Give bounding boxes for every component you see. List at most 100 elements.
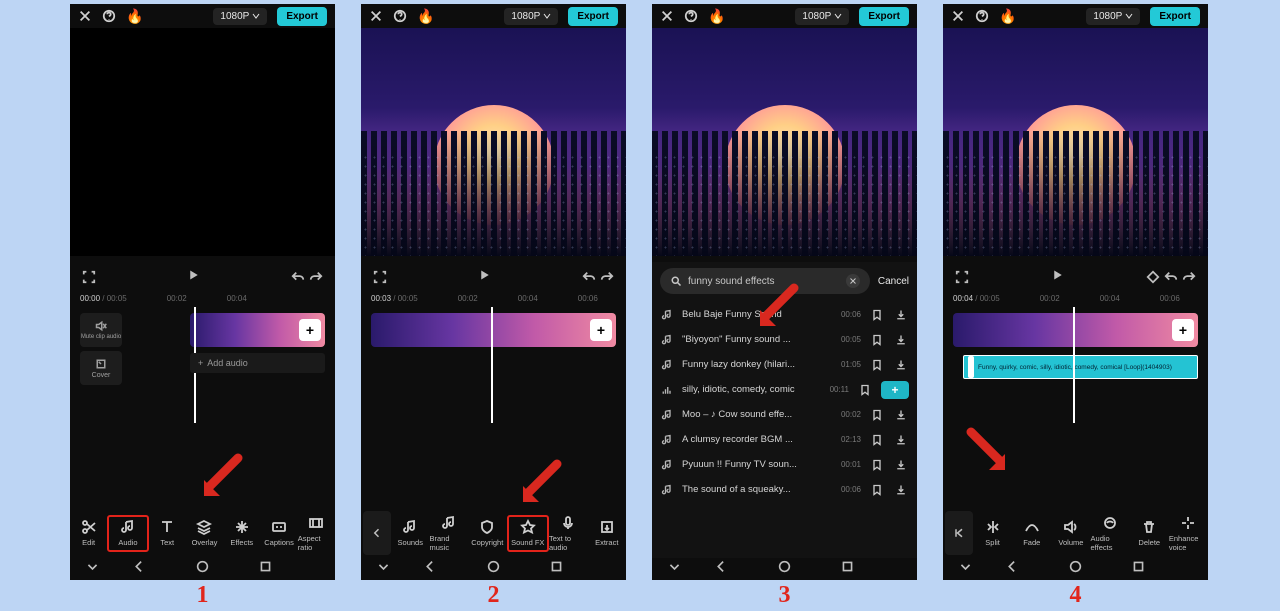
bookmark-icon[interactable] (869, 334, 885, 346)
play-button[interactable] (479, 268, 491, 286)
bookmark-icon[interactable] (857, 384, 873, 396)
resolution-button[interactable]: 1080P (795, 8, 849, 25)
tool-sounds[interactable]: Sounds (391, 515, 430, 552)
tool-enhvoice[interactable]: Enhance voice (1169, 515, 1208, 552)
help-icon[interactable] (684, 9, 698, 23)
tool-extract[interactable]: Extract (588, 515, 627, 552)
tool-overlay[interactable]: Overlay (186, 515, 223, 552)
video-clip[interactable]: + (953, 313, 1198, 347)
redo-icon[interactable] (1180, 268, 1198, 286)
bookmark-icon[interactable] (869, 459, 885, 471)
search-result[interactable]: Funny lazy donkey (hilari...01:05 (660, 352, 909, 377)
audio-clip[interactable]: Funny, quirky, comic, silly, idiotic, co… (963, 355, 1198, 379)
fullscreen-icon[interactable] (371, 268, 389, 286)
timeline-area[interactable]: Mute clip audio Cover + + Add audio (70, 313, 335, 387)
tool-split[interactable]: Split (973, 515, 1012, 552)
tool-audioeff[interactable]: Audio effects (1091, 515, 1130, 552)
resolution-button[interactable]: 1080P (213, 8, 267, 25)
search-result[interactable]: Belu Baje Funny Sound00:06 (660, 302, 909, 327)
undo-icon[interactable] (289, 268, 307, 286)
undo-icon[interactable] (580, 268, 598, 286)
export-button[interactable]: Export (1150, 7, 1200, 26)
clip-handle-left[interactable] (968, 356, 974, 378)
tool-volume[interactable]: Volume (1051, 515, 1090, 552)
keyframe-icon[interactable] (1144, 268, 1162, 286)
clear-search-icon[interactable] (846, 274, 860, 288)
play-button[interactable] (188, 268, 200, 286)
redo-icon[interactable] (598, 268, 616, 286)
play-button[interactable] (1052, 268, 1064, 286)
tool-aspect[interactable]: Aspect ratio (298, 515, 335, 552)
search-result[interactable]: Pyuuun !! Funny TV soun...00:01 (660, 452, 909, 477)
add-audio-row[interactable]: + Add audio (190, 353, 325, 373)
tool-copyright[interactable]: Copyright (468, 515, 507, 552)
nav-back-icon[interactable] (715, 560, 728, 578)
help-icon[interactable] (102, 9, 116, 23)
nav-recent-icon[interactable] (1132, 560, 1145, 578)
nav-recent-icon[interactable] (259, 560, 272, 578)
playhead[interactable] (1073, 307, 1075, 423)
nav-back-icon[interactable] (133, 560, 146, 578)
tool-captions[interactable]: Captions (260, 515, 297, 552)
close-icon[interactable] (369, 9, 383, 23)
chevron-down-icon[interactable] (377, 560, 390, 578)
nav-recent-icon[interactable] (550, 560, 563, 578)
cancel-search-button[interactable]: Cancel (878, 276, 909, 287)
nav-home-icon[interactable] (196, 560, 209, 578)
download-icon[interactable] (893, 309, 909, 321)
toolbar-back-button[interactable] (363, 511, 391, 555)
flame-icon[interactable]: 🔥 (126, 8, 143, 25)
chevron-down-icon[interactable] (86, 560, 99, 578)
add-clip-button[interactable]: + (1172, 319, 1194, 341)
bookmark-icon[interactable] (869, 434, 885, 446)
tool-brand[interactable]: Brand music (430, 515, 469, 552)
download-icon[interactable] (893, 334, 909, 346)
nav-back-icon[interactable] (1006, 560, 1019, 578)
tool-text[interactable]: Text (149, 515, 186, 552)
search-result[interactable]: Moo – ♪ Cow sound effe...00:02 (660, 402, 909, 427)
close-icon[interactable] (660, 9, 674, 23)
bookmark-icon[interactable] (869, 309, 885, 321)
video-clip[interactable]: + (371, 313, 616, 347)
download-icon[interactable] (893, 484, 909, 496)
tool-audio[interactable]: Audio (107, 515, 148, 552)
fullscreen-icon[interactable] (953, 268, 971, 286)
toolbar-back-button[interactable] (945, 511, 973, 555)
tool-soundfx[interactable]: Sound FX (507, 515, 550, 552)
export-button[interactable]: Export (277, 7, 327, 26)
chevron-down-icon[interactable] (668, 560, 681, 578)
add-clip-button[interactable]: + (590, 319, 612, 341)
nav-back-icon[interactable] (424, 560, 437, 578)
search-input[interactable]: funny sound effects (660, 268, 870, 294)
tool-edit[interactable]: Edit (70, 515, 107, 552)
download-icon[interactable] (893, 459, 909, 471)
bookmark-icon[interactable] (869, 484, 885, 496)
flame-icon[interactable]: 🔥 (708, 8, 725, 25)
nav-home-icon[interactable] (1069, 560, 1082, 578)
close-icon[interactable] (78, 9, 92, 23)
search-result[interactable]: "Biyoyon" Funny sound ...00:05 (660, 327, 909, 352)
fullscreen-icon[interactable] (80, 268, 98, 286)
nav-home-icon[interactable] (778, 560, 791, 578)
bookmark-icon[interactable] (869, 409, 885, 421)
resolution-button[interactable]: 1080P (1086, 8, 1140, 25)
help-icon[interactable] (393, 9, 407, 23)
chevron-down-icon[interactable] (959, 560, 972, 578)
flame-icon[interactable]: 🔥 (999, 8, 1016, 25)
tool-delete[interactable]: Delete (1130, 515, 1169, 552)
download-icon[interactable] (893, 434, 909, 446)
search-result[interactable]: silly, idiotic, comedy, comic00:11+ (660, 377, 909, 402)
export-button[interactable]: Export (568, 7, 618, 26)
search-result[interactable]: A clumsy recorder BGM ...02:13 (660, 427, 909, 452)
mute-clip-audio-button[interactable]: Mute clip audio (80, 313, 122, 347)
add-clip-button[interactable]: + (299, 319, 321, 341)
cover-button[interactable]: Cover (80, 351, 122, 385)
bookmark-icon[interactable] (869, 359, 885, 371)
tool-effects[interactable]: Effects (223, 515, 260, 552)
tool-fade[interactable]: Fade (1012, 515, 1051, 552)
add-sound-button[interactable]: + (881, 381, 909, 399)
help-icon[interactable] (975, 9, 989, 23)
search-result[interactable]: The sound of a squeaky...00:06 (660, 477, 909, 502)
redo-icon[interactable] (307, 268, 325, 286)
flame-icon[interactable]: 🔥 (417, 8, 434, 25)
